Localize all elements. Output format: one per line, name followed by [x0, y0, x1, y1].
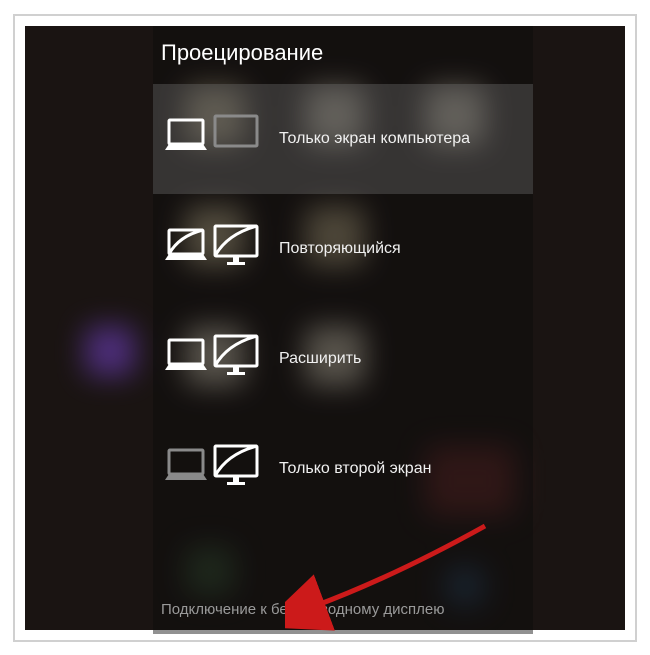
extend-icon [161, 332, 261, 386]
option-label: Расширить [279, 350, 361, 368]
option-extend[interactable]: Расширить [153, 304, 533, 414]
option-duplicate[interactable]: Повторяющийся [153, 194, 533, 304]
connect-wireless-display-link[interactable]: Подключение к беспроводному дисплею [153, 587, 533, 634]
option-second-screen-only[interactable]: Только второй экран [153, 414, 533, 524]
option-label: Повторяющийся [279, 240, 401, 258]
pc-screen-only-icon [161, 112, 261, 166]
option-label: Только второй экран [279, 460, 431, 478]
panel-title: Проецирование [153, 26, 533, 84]
option-pc-screen-only[interactable]: Только экран компьютера [153, 84, 533, 194]
second-screen-only-icon [161, 442, 261, 496]
option-label: Только экран компьютера [279, 130, 470, 148]
duplicate-icon [161, 222, 261, 276]
screenshot-frame: Проецирование Только экран компьютера [13, 14, 637, 642]
project-panel: Проецирование Только экран компьютера [153, 26, 533, 634]
